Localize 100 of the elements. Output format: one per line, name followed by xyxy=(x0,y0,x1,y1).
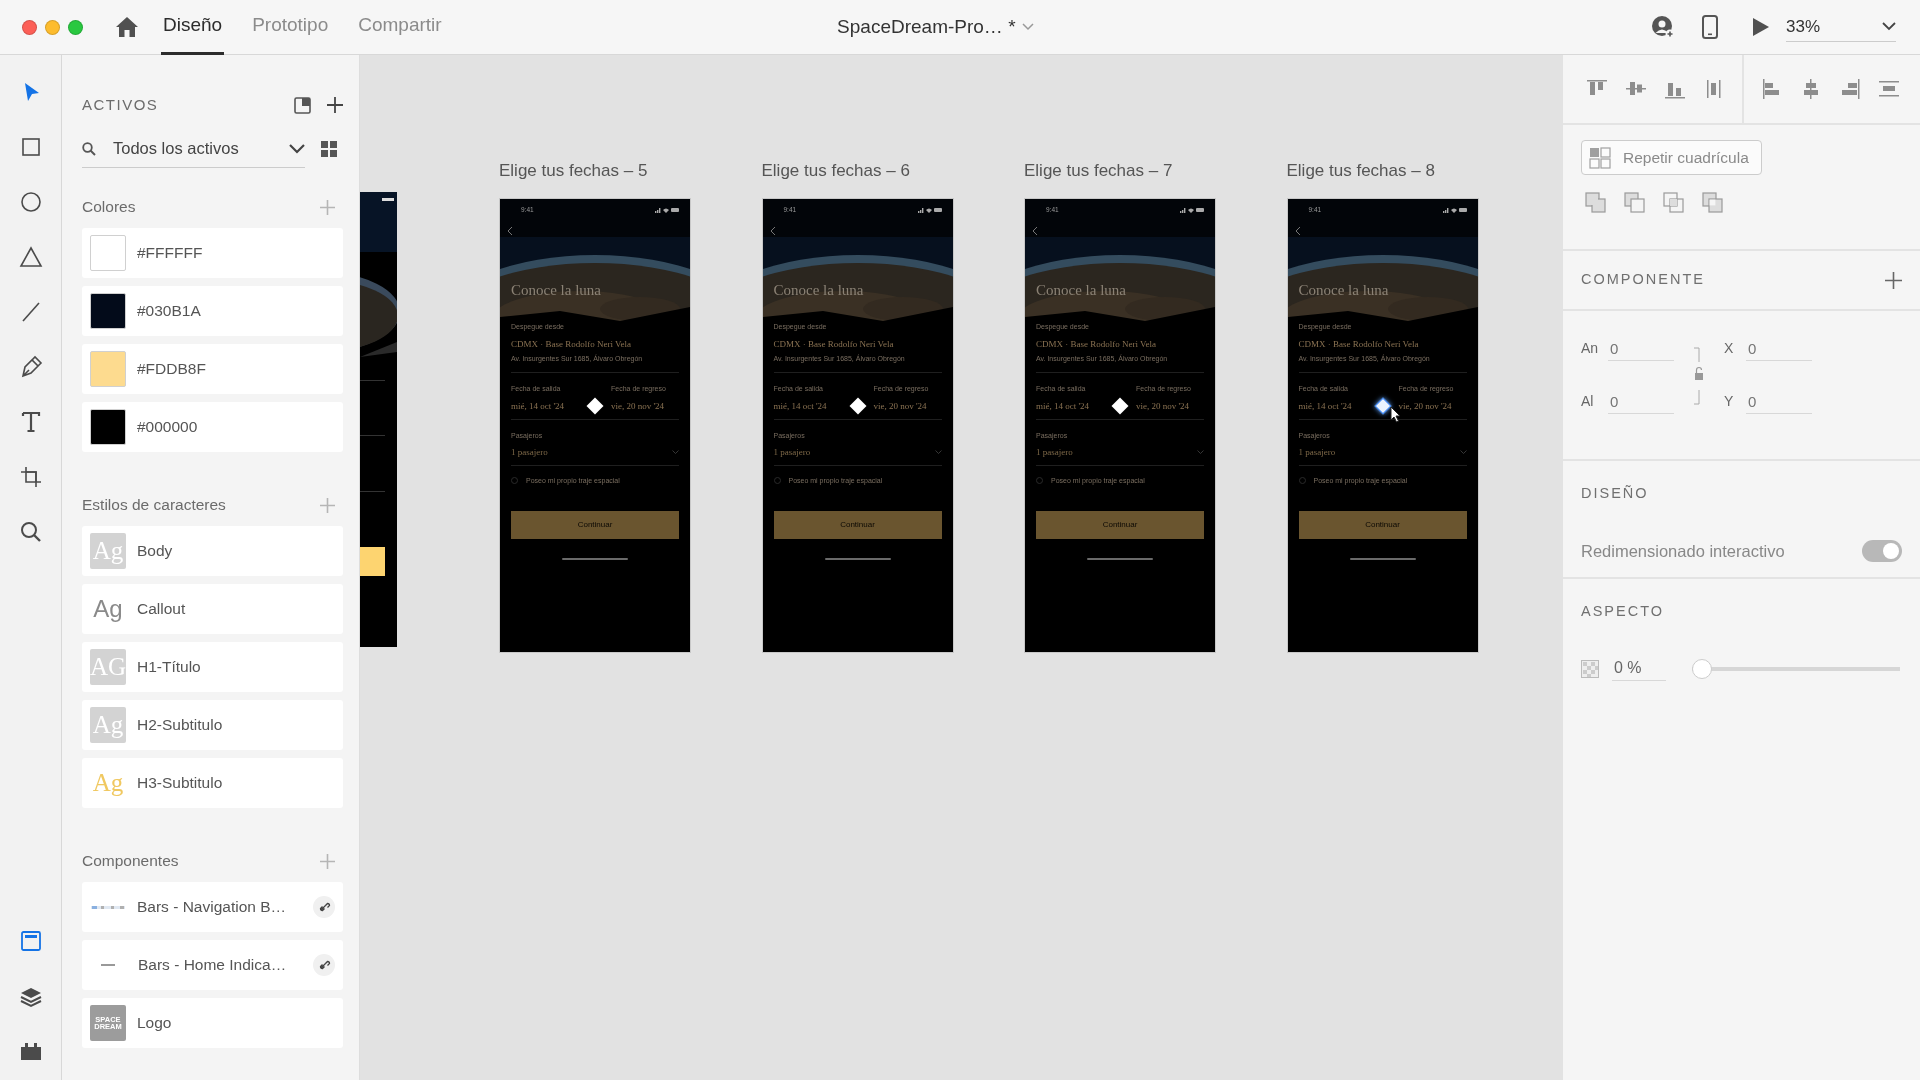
assets-panel-icon[interactable] xyxy=(18,929,43,953)
field-label: An xyxy=(1581,339,1600,358)
style-preview: Ag xyxy=(91,768,125,799)
chevron-down-icon xyxy=(1882,22,1896,31)
library-icon[interactable] xyxy=(294,96,311,114)
number-field[interactable]: 0 xyxy=(1746,390,1812,414)
origin-text: CDMX · Base Rodolfo Neri Vela xyxy=(1298,338,1420,350)
field-label: Y xyxy=(1724,392,1735,411)
date-text: vie, 20 nov '24 xyxy=(1398,400,1453,412)
style-name: H3-Subtitulo xyxy=(137,773,224,794)
screen-heading: Conoce la luna xyxy=(1298,280,1390,299)
character-style-item[interactable]: Ag H3-Subtitulo xyxy=(82,758,343,808)
artboard-title[interactable]: Elige tus fechas – 5 xyxy=(499,158,691,184)
style-preview: Ag xyxy=(92,594,124,624)
number-field[interactable]: 0 xyxy=(1608,390,1674,414)
date-text: vie, 20 nov '24 xyxy=(1136,400,1191,412)
zoom-dropdown[interactable]: 33% xyxy=(1786,11,1896,43)
distribute-horizontal-icon[interactable] xyxy=(1878,78,1900,100)
style-name: Body xyxy=(137,541,174,562)
number-field[interactable]: 0 xyxy=(1746,337,1812,361)
artboard[interactable] xyxy=(1286,197,1479,653)
intersect-shapes-icon[interactable] xyxy=(1663,192,1684,214)
window-control-button[interactable] xyxy=(22,19,37,35)
color-swatch-item[interactable]: #030B1A xyxy=(82,286,343,336)
home-indicator xyxy=(1349,557,1416,560)
chevron-down-icon xyxy=(289,143,305,154)
date-text: mié, 14 oct '24 xyxy=(1036,400,1091,412)
exclude-shapes-icon[interactable] xyxy=(1702,192,1723,214)
artboard-title[interactable]: Elige tus fechas – 6 xyxy=(761,158,954,184)
section-title: Componentes xyxy=(82,851,179,872)
chevron-down-icon xyxy=(672,450,679,454)
play-icon[interactable] xyxy=(1752,17,1770,37)
chevron-down-icon[interactable] xyxy=(1021,23,1034,31)
date-text: vie, 20 nov '24 xyxy=(611,400,666,412)
subtract-shapes-icon[interactable] xyxy=(1624,192,1645,214)
style-name: H1-Título xyxy=(137,657,202,678)
date-text: mié, 14 oct '24 xyxy=(511,400,566,412)
color-swatch-item[interactable]: #FDDB8F xyxy=(82,344,343,394)
panel-title: ACTIVOS xyxy=(82,94,160,115)
home-icon[interactable] xyxy=(115,16,139,38)
ellipse-tool-icon[interactable] xyxy=(18,190,43,214)
screen-heading: Conoce la luna xyxy=(511,280,602,299)
home-indicator xyxy=(824,557,891,560)
section-title: Estilos de caracteres xyxy=(82,495,226,516)
component-name: Bars - Navigation B… xyxy=(137,897,288,918)
add-icon[interactable] xyxy=(1885,271,1902,289)
section-title: DISEÑO xyxy=(1581,484,1650,503)
phone-icon[interactable] xyxy=(1702,15,1718,39)
slider-thumb[interactable] xyxy=(1692,658,1712,679)
component-item[interactable]: Bars - Home Indica… xyxy=(82,940,343,990)
date-text: mié, 14 oct '24 xyxy=(773,400,828,412)
document-title[interactable]: SpaceDream-Pro… * xyxy=(837,12,1016,42)
artboard-title[interactable]: Elige tus fechas – 7 xyxy=(1024,158,1216,184)
search-icon[interactable] xyxy=(18,520,43,544)
chevron-down-icon xyxy=(1197,450,1204,454)
search-icon xyxy=(82,141,96,156)
dropdown-value: 1 pasajero xyxy=(1298,446,1336,458)
home-indicator xyxy=(562,557,628,560)
dropdown-value: 1 pasajero xyxy=(773,446,811,458)
home-indicator xyxy=(1087,557,1153,560)
color-label: #030B1A xyxy=(137,301,202,322)
dropdown-value: 1 pasajero xyxy=(1036,446,1073,458)
color-swatch-item[interactable]: #000000 xyxy=(82,402,343,452)
date-text: vie, 20 nov '24 xyxy=(873,400,928,412)
screen-heading: Conoce la luna xyxy=(773,280,865,299)
window-control-button[interactable] xyxy=(45,19,60,35)
grid-view-icon[interactable] xyxy=(321,141,337,157)
field-label: Al xyxy=(1581,392,1595,411)
character-style-item[interactable]: Ag Callout xyxy=(82,584,343,634)
status-icons xyxy=(917,206,942,213)
origin-text: CDMX · Base Rodolfo Neri Vela xyxy=(1036,338,1158,350)
style-name: Callout xyxy=(137,599,187,620)
status-icons xyxy=(1442,206,1467,213)
grid-icon xyxy=(1589,146,1611,169)
window-control-button[interactable] xyxy=(68,19,83,35)
opacity-field[interactable]: 0 % xyxy=(1612,656,1666,681)
section-title: Colores xyxy=(82,197,136,218)
section-title: ASPECTO xyxy=(1581,602,1666,621)
artboard[interactable] xyxy=(761,197,954,653)
triangle-tool-icon[interactable] xyxy=(18,245,43,269)
date-text: mié, 14 oct '24 xyxy=(1298,400,1353,412)
user-add-icon[interactable] xyxy=(1651,15,1675,39)
add-icon[interactable] xyxy=(327,97,343,113)
toggle-label: Redimensionado interactivo xyxy=(1581,540,1785,562)
lock-icon xyxy=(1693,345,1705,406)
number-field[interactable]: 0 xyxy=(1608,337,1674,361)
artboard-title[interactable]: Elige tus fechas – 8 xyxy=(1286,158,1479,184)
add-shapes-icon[interactable] xyxy=(1585,192,1606,214)
component-item[interactable]: Bars - Navigation B… xyxy=(82,882,343,932)
color-label: #FFFFFF xyxy=(137,243,204,264)
origin-text: CDMX · Base Rodolfo Neri Vela xyxy=(773,338,895,350)
filter-dropdown[interactable]: Todos los activos xyxy=(82,130,305,168)
color-swatch-item[interactable]: #FFFFFF xyxy=(82,228,343,278)
style-name: H2-Subtitulo xyxy=(137,715,224,736)
component-name: Logo xyxy=(137,1013,173,1034)
screen-heading: Conoce la luna xyxy=(1036,280,1127,299)
artboard-tool-icon[interactable] xyxy=(18,465,43,489)
align-right-icon[interactable] xyxy=(1839,78,1861,100)
component-name: Bars - Home Indica… xyxy=(138,955,288,976)
section-title: COMPONENTE xyxy=(1581,270,1705,290)
